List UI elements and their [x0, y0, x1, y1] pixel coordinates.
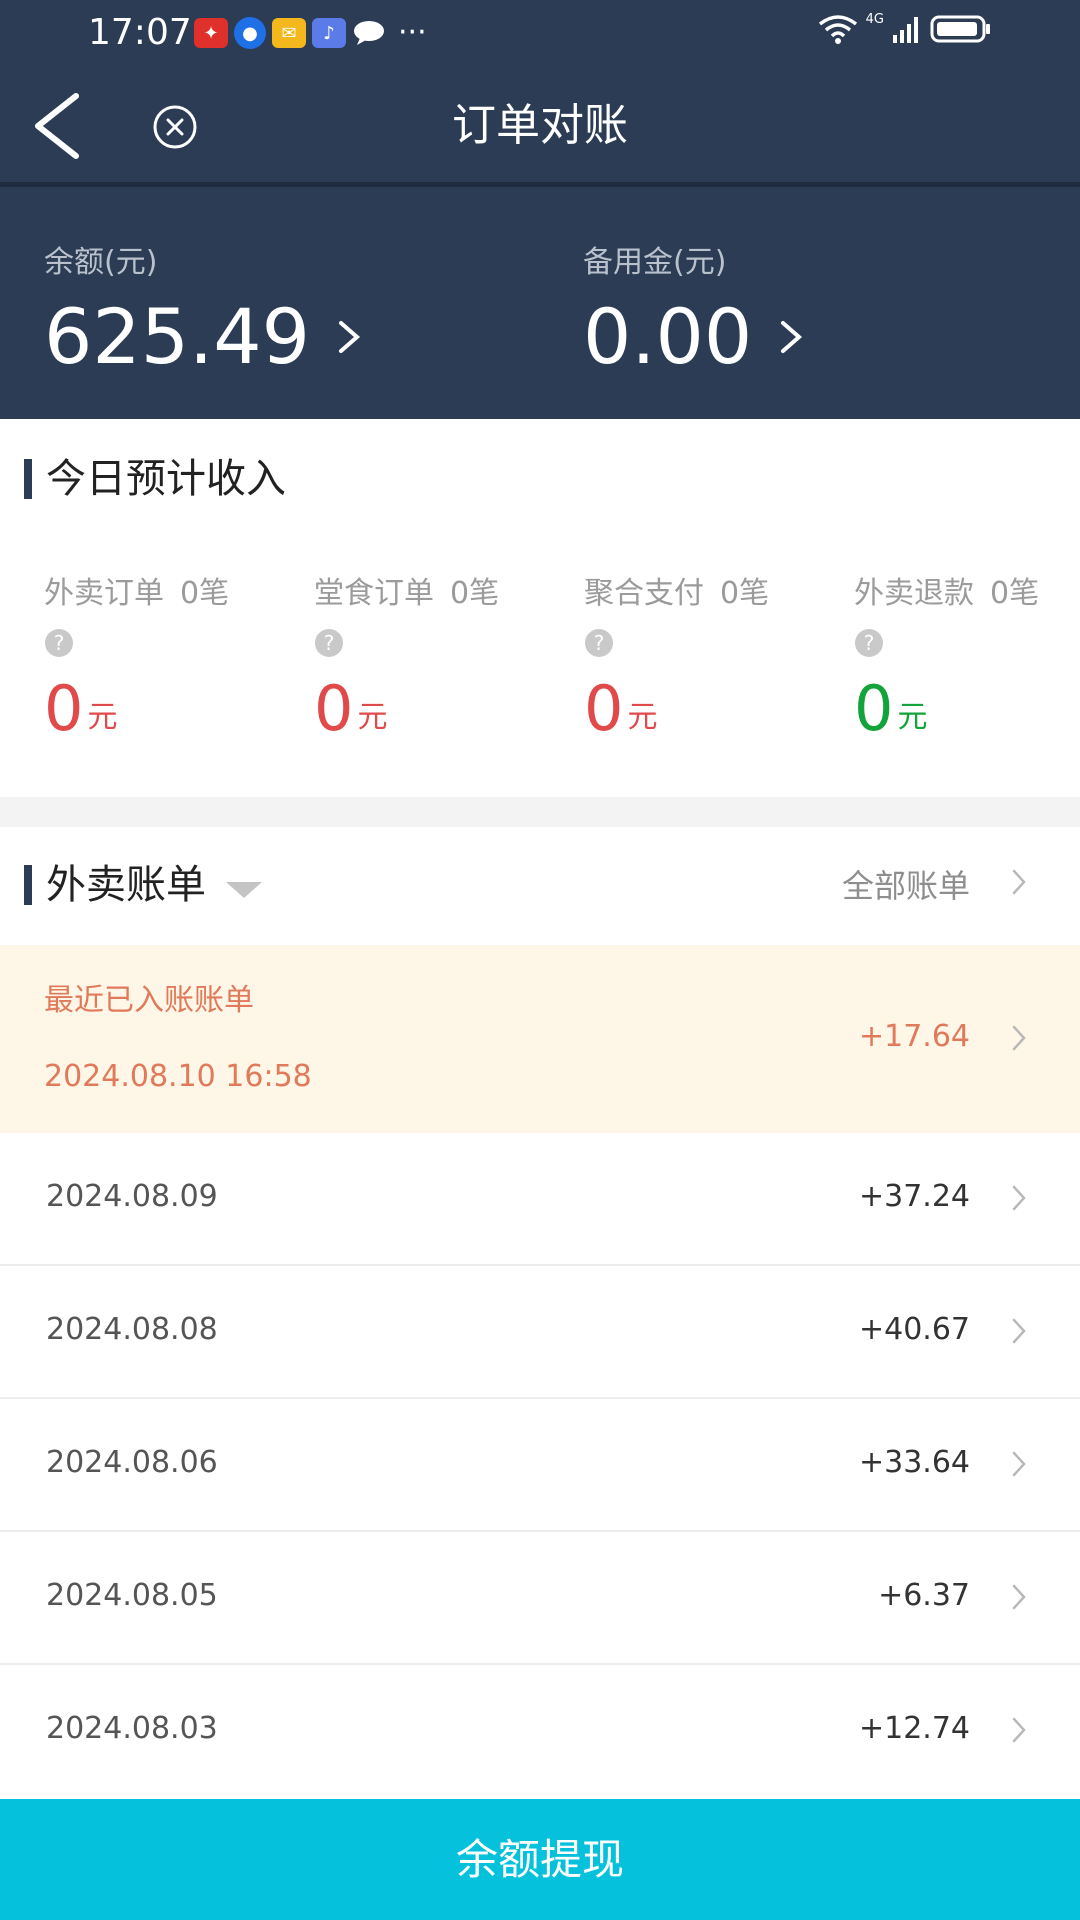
- bill-date: 2024.08.06: [46, 1445, 218, 1480]
- chevron-right-icon: [1012, 1318, 1026, 1344]
- income-item-unit: 元: [87, 700, 118, 735]
- income-item-label: 外卖订单: [44, 576, 164, 611]
- more-notifications-icon: ···: [398, 15, 427, 50]
- location-app-icon: ●: [234, 17, 266, 49]
- income-item-count: 0笔: [990, 576, 1040, 611]
- bill-row[interactable]: 2024.08.05 +6.37: [0, 1532, 1080, 1665]
- caret-down-icon: [226, 882, 262, 898]
- network-type-label: 4G: [865, 11, 884, 27]
- income-item-delivery: 外卖订单 0笔 ? 0元: [44, 574, 304, 742]
- withdraw-balance-button[interactable]: 余额提现: [0, 1799, 1080, 1920]
- income-item-label: 堂食订单: [314, 576, 434, 611]
- latest-bill-date: 2024.08.10 16:58: [44, 1059, 312, 1094]
- svg-text:?: ?: [594, 631, 605, 655]
- balance-panel: 余额(元) 625.49 备用金(元) 0.00: [0, 187, 1080, 419]
- signal-icon: [893, 17, 918, 43]
- chevron-right-icon: [781, 321, 803, 353]
- bill-amount: +37.24: [858, 1179, 970, 1214]
- latest-bill-row[interactable]: 最近已入账账单 2024.08.10 16:58 +17.64: [0, 945, 1080, 1133]
- status-bar: 17:07 ✦ ● ✉ ♪ ··· 4G: [0, 0, 1080, 66]
- latest-bill-label: 最近已入账账单: [44, 983, 254, 1018]
- income-item-count: 0笔: [180, 576, 230, 611]
- bill-date: 2024.08.09: [46, 1179, 218, 1214]
- page-title: 订单对账: [452, 100, 628, 151]
- today-income-title: 今日预计收入: [46, 456, 286, 502]
- chevron-right-icon: [1012, 1584, 1026, 1610]
- bill-type-selector[interactable]: 外卖账单: [24, 859, 264, 911]
- income-item-unit: 元: [357, 700, 388, 735]
- income-item-unit: 元: [627, 700, 658, 735]
- chat-bubble-icon: [354, 21, 384, 45]
- balance-block[interactable]: 余额(元) 625.49: [44, 243, 362, 381]
- help-question-icon[interactable]: ?: [854, 628, 884, 658]
- section-accent-bar: [24, 865, 32, 905]
- chevron-right-icon: [1012, 1717, 1026, 1743]
- income-item-label: 外卖退款: [854, 576, 974, 611]
- bill-amount: +12.74: [858, 1711, 970, 1746]
- nav-bar: 订单对账: [0, 66, 1080, 186]
- bill-date: 2024.08.08: [46, 1312, 218, 1347]
- income-item-amount: 0: [584, 672, 624, 745]
- income-item-aggregate-pay: 聚合支付 0笔 ? 0元: [584, 574, 844, 742]
- chevron-right-icon: [1012, 869, 1026, 895]
- help-question-icon[interactable]: ?: [314, 628, 344, 658]
- chevron-right-icon: [1012, 1451, 1026, 1477]
- chevron-right-icon: [1012, 1185, 1026, 1211]
- bill-row[interactable]: 2024.08.03 +12.74: [0, 1665, 1080, 1798]
- income-item-amount: 0: [44, 672, 84, 745]
- chevron-right-icon: [1012, 1025, 1026, 1051]
- balance-label: 余额(元): [44, 245, 158, 280]
- all-bills-link[interactable]: 全部账单: [842, 865, 970, 907]
- section-accent-bar: [24, 459, 32, 499]
- help-question-icon[interactable]: ?: [584, 628, 614, 658]
- section-separator: [0, 797, 1080, 827]
- income-item-refund: 外卖退款 0笔 ? 0元: [854, 574, 1074, 742]
- bill-row[interactable]: 2024.08.09 +37.24: [0, 1133, 1080, 1266]
- bill-list-header: 外卖账单 全部账单: [0, 827, 1080, 945]
- bill-date: 2024.08.05: [46, 1578, 218, 1613]
- music-icon: ♪: [312, 18, 346, 48]
- income-item-amount: 0: [854, 672, 894, 745]
- battery-icon: [930, 15, 990, 43]
- chevron-right-icon: [338, 321, 360, 353]
- bill-amount: +40.67: [858, 1312, 970, 1347]
- svg-text:?: ?: [864, 631, 875, 655]
- latest-bill-amount: +17.64: [858, 1019, 970, 1054]
- bill-amount: +6.37: [878, 1578, 970, 1613]
- svg-text:?: ?: [324, 631, 335, 655]
- today-income-section: 今日预计收入 外卖订单 0笔 ? 0元 堂食订单 0笔 ? 0元 聚合支付 0笔 ? …: [0, 419, 1080, 797]
- income-item-amount: 0: [314, 672, 354, 745]
- bill-row[interactable]: 2024.08.08 +40.67: [0, 1266, 1080, 1399]
- app-notification-icon: ✦: [194, 18, 228, 48]
- bill-date: 2024.08.03: [46, 1711, 218, 1746]
- status-time: 17:07: [88, 12, 192, 53]
- reserve-block[interactable]: 备用金(元) 0.00: [583, 243, 804, 381]
- income-item-unit: 元: [897, 700, 928, 735]
- income-columns: 外卖订单 0笔 ? 0元 堂食订单 0笔 ? 0元 聚合支付 0笔 ? 0元 外卖退款…: [0, 574, 1080, 774]
- help-question-icon[interactable]: ?: [44, 628, 74, 658]
- income-item-dine-in: 堂食订单 0笔 ? 0元: [314, 574, 574, 742]
- bill-row[interactable]: 2024.08.06 +33.64: [0, 1399, 1080, 1532]
- reserve-value: 0.00: [583, 292, 753, 381]
- balance-value: 625.49: [44, 292, 310, 381]
- svg-text:?: ?: [54, 631, 65, 655]
- income-item-label: 聚合支付: [584, 576, 704, 611]
- reserve-label: 备用金(元): [583, 245, 727, 280]
- system-icons: 4G: [818, 11, 992, 44]
- bill-list-title: 外卖账单: [46, 862, 206, 908]
- wifi-icon: [818, 15, 857, 44]
- income-item-count: 0笔: [720, 576, 770, 611]
- section-title: 今日预计收入: [24, 453, 286, 505]
- mail-icon: ✉: [272, 18, 306, 48]
- income-item-count: 0笔: [450, 576, 500, 611]
- notification-icons: ✦ ● ✉ ♪ ···: [194, 17, 427, 49]
- bill-amount: +33.64: [858, 1445, 970, 1480]
